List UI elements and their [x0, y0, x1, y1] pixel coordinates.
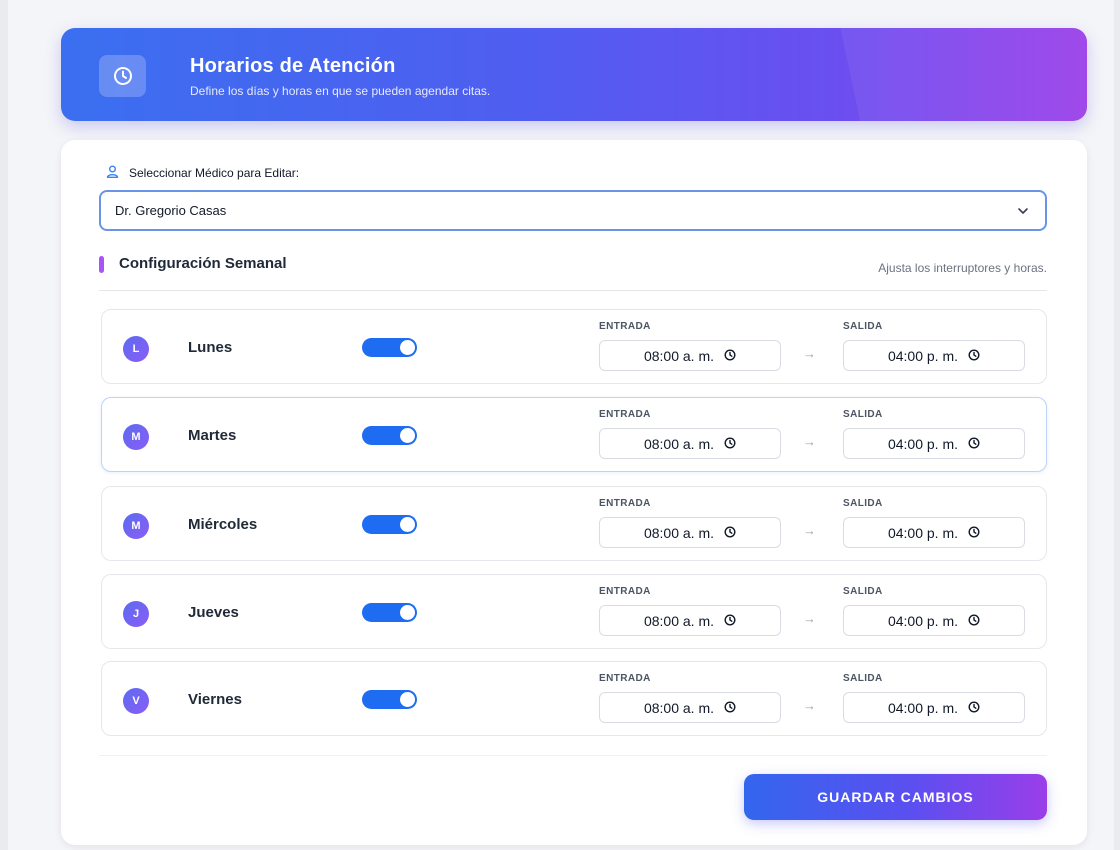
save-button[interactable]: GUARDAR CAMBIOS: [744, 774, 1047, 820]
salida-label: SALIDA: [843, 673, 883, 684]
user-icon: [106, 165, 119, 181]
day-name: Viernes: [188, 691, 242, 708]
clock-icon: [968, 700, 980, 716]
entrada-time-input[interactable]: 08:00 a. m.: [599, 692, 781, 723]
day-avatar: J: [123, 601, 149, 627]
toggle-knob: [400, 605, 415, 620]
divider: [99, 755, 1047, 756]
day-avatar: M: [123, 513, 149, 539]
day-avatar: L: [123, 336, 149, 362]
entrada-time-value: 08:00 a. m.: [643, 435, 715, 452]
salida-time-input[interactable]: 04:00 p. m.: [843, 605, 1025, 636]
salida-label: SALIDA: [843, 498, 883, 509]
entrada-label: ENTRADA: [599, 586, 651, 597]
entrada-time-value: 08:00 a. m.: [643, 347, 715, 364]
arrow-icon: →: [803, 523, 816, 538]
day-row-jueves: J Jueves ENTRADA SALIDA 08:00 a. m. → 04…: [101, 574, 1047, 649]
doctor-select-label-row: Seleccionar Médico para Editar:: [106, 165, 299, 181]
doctor-select[interactable]: Dr. Gregorio Casas: [99, 190, 1047, 231]
weekly-config-header: Configuración Semanal Ajusta los interru…: [99, 255, 1047, 291]
day-toggle[interactable]: [362, 603, 417, 622]
entrada-label: ENTRADA: [599, 409, 651, 420]
day-row-martes: M Martes ENTRADA SALIDA 08:00 a. m. → 04…: [101, 397, 1047, 472]
entrada-time-input[interactable]: 08:00 a. m.: [599, 340, 781, 371]
arrow-icon: →: [803, 698, 816, 713]
section-marker: [99, 256, 104, 273]
arrow-icon: →: [803, 611, 816, 626]
schedule-card: Seleccionar Médico para Editar: Dr. Greg…: [61, 140, 1087, 845]
salida-label: SALIDA: [843, 321, 883, 332]
doctor-select-value: Dr. Gregorio Casas: [115, 203, 227, 218]
day-name: Martes: [188, 427, 237, 444]
clock-icon: [968, 348, 980, 364]
salida-time-value: 04:00 p. m.: [887, 524, 959, 541]
entrada-time-value: 08:00 a. m.: [643, 612, 715, 629]
clock-icon: [724, 348, 736, 364]
day-toggle[interactable]: [362, 515, 417, 534]
salida-time-input[interactable]: 04:00 p. m.: [843, 340, 1025, 371]
section-hint: Ajusta los interruptores y horas.: [878, 261, 1047, 275]
toggle-knob: [400, 340, 415, 355]
day-avatar: V: [123, 688, 149, 714]
day-name: Lunes: [188, 339, 233, 356]
toggle-knob: [400, 428, 415, 443]
salida-time-input[interactable]: 04:00 p. m.: [843, 692, 1025, 723]
entrada-time-input[interactable]: 08:00 a. m.: [599, 517, 781, 548]
clock-icon: [968, 436, 980, 452]
entrada-time-value: 08:00 a. m.: [643, 699, 715, 716]
clock-icon: [724, 613, 736, 629]
entrada-time-input[interactable]: 08:00 a. m.: [599, 605, 781, 636]
salida-time-value: 04:00 p. m.: [887, 699, 959, 716]
day-toggle[interactable]: [362, 338, 417, 357]
section-title: Configuración Semanal: [119, 255, 287, 272]
salida-time-value: 04:00 p. m.: [887, 347, 959, 364]
doctor-select-label: Seleccionar Médico para Editar:: [129, 166, 300, 180]
day-row-viernes: V Viernes ENTRADA SALIDA 08:00 a. m. → 0…: [101, 661, 1047, 736]
entrada-time-input[interactable]: 08:00 a. m.: [599, 428, 781, 459]
clock-icon: [968, 525, 980, 541]
clock-icon: [968, 613, 980, 629]
day-name: Jueves: [188, 604, 239, 621]
page-right-edge: [1114, 0, 1120, 850]
chevron-down-icon: [1017, 204, 1029, 219]
page-subtitle: Define los días y horas en que se pueden…: [190, 84, 491, 98]
clock-icon: [724, 700, 736, 716]
day-name: Miércoles: [188, 516, 258, 533]
page-left-edge: [0, 0, 8, 850]
clock-icon: [99, 55, 146, 97]
arrow-icon: →: [803, 346, 816, 361]
day-row-miercoles: M Miércoles ENTRADA SALIDA 08:00 a. m. →…: [101, 486, 1047, 561]
salida-time-input[interactable]: 04:00 p. m.: [843, 517, 1025, 548]
entrada-label: ENTRADA: [599, 673, 651, 684]
day-toggle[interactable]: [362, 690, 417, 709]
toggle-knob: [400, 517, 415, 532]
day-toggle[interactable]: [362, 426, 417, 445]
toggle-knob: [400, 692, 415, 707]
clock-icon: [724, 525, 736, 541]
day-avatar: M: [123, 424, 149, 450]
page-title: Horarios de Atención: [190, 55, 396, 77]
entrada-label: ENTRADA: [599, 498, 651, 509]
salida-time-value: 04:00 p. m.: [887, 435, 959, 452]
entrada-time-value: 08:00 a. m.: [643, 524, 715, 541]
salida-label: SALIDA: [843, 409, 883, 420]
clock-icon: [724, 436, 736, 452]
entrada-label: ENTRADA: [599, 321, 651, 332]
header-banner: Horarios de Atención Define los días y h…: [61, 28, 1087, 121]
salida-time-input[interactable]: 04:00 p. m.: [843, 428, 1025, 459]
arrow-icon: →: [803, 434, 816, 449]
salida-time-value: 04:00 p. m.: [887, 612, 959, 629]
salida-label: SALIDA: [843, 586, 883, 597]
day-row-lunes: L Lunes ENTRADA SALIDA 08:00 a. m. → 04:…: [101, 309, 1047, 384]
